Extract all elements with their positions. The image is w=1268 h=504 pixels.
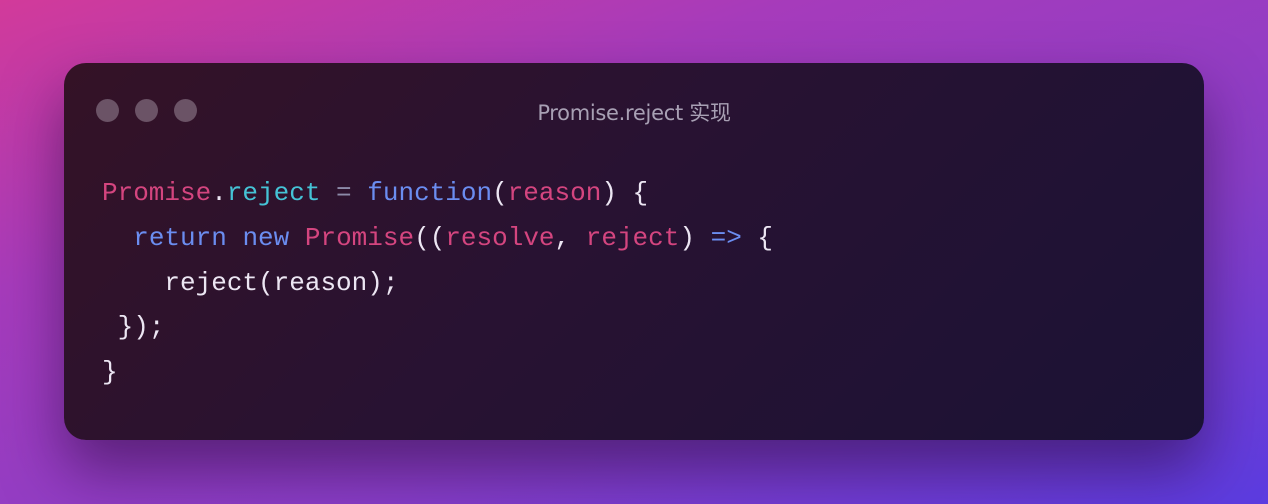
code-line-2: return new Promise((resolve, reject) => …: [102, 216, 773, 261]
token-parameter: resolve: [445, 222, 555, 253]
token-punctuation: ) {: [601, 178, 649, 208]
token-punctuation: ,: [554, 222, 586, 253]
code-line-1: Promise.reject = function(reason) {: [102, 171, 773, 216]
token-parameter: reason: [507, 178, 602, 208]
token-operator: =: [320, 178, 368, 208]
token-parameter: reject: [585, 222, 680, 253]
token-punctuation: .: [211, 178, 227, 208]
token-punctuation: (: [492, 178, 508, 208]
token-punctuation: });: [117, 312, 165, 343]
token-punctuation: ((: [414, 222, 446, 253]
code-window: Promise.reject 实现 Promise.reject = funct…: [64, 63, 1204, 440]
token-keyword: return: [133, 222, 227, 253]
code-line-5: }: [102, 350, 773, 395]
token-keyword: function: [367, 178, 493, 208]
token-punctuation: ): [679, 222, 711, 253]
token-identifier: Promise: [304, 222, 415, 253]
token-call: reject(reason);: [164, 267, 399, 298]
token-arrow: =>: [710, 222, 742, 253]
token-method: reject: [226, 178, 321, 208]
code-line-4: });: [102, 305, 773, 350]
token-punctuation: {: [741, 222, 774, 253]
window-titlebar: Promise.reject 实现: [64, 63, 1204, 157]
token-punctuation: }: [102, 357, 118, 388]
code-line-3: reject(reason);: [102, 261, 773, 306]
token-keyword: new: [242, 222, 290, 253]
window-title: Promise.reject 实现: [537, 101, 731, 125]
token-identifier: Promise: [102, 178, 212, 208]
code-block: Promise.reject = function(reason) { retu…: [102, 171, 773, 395]
